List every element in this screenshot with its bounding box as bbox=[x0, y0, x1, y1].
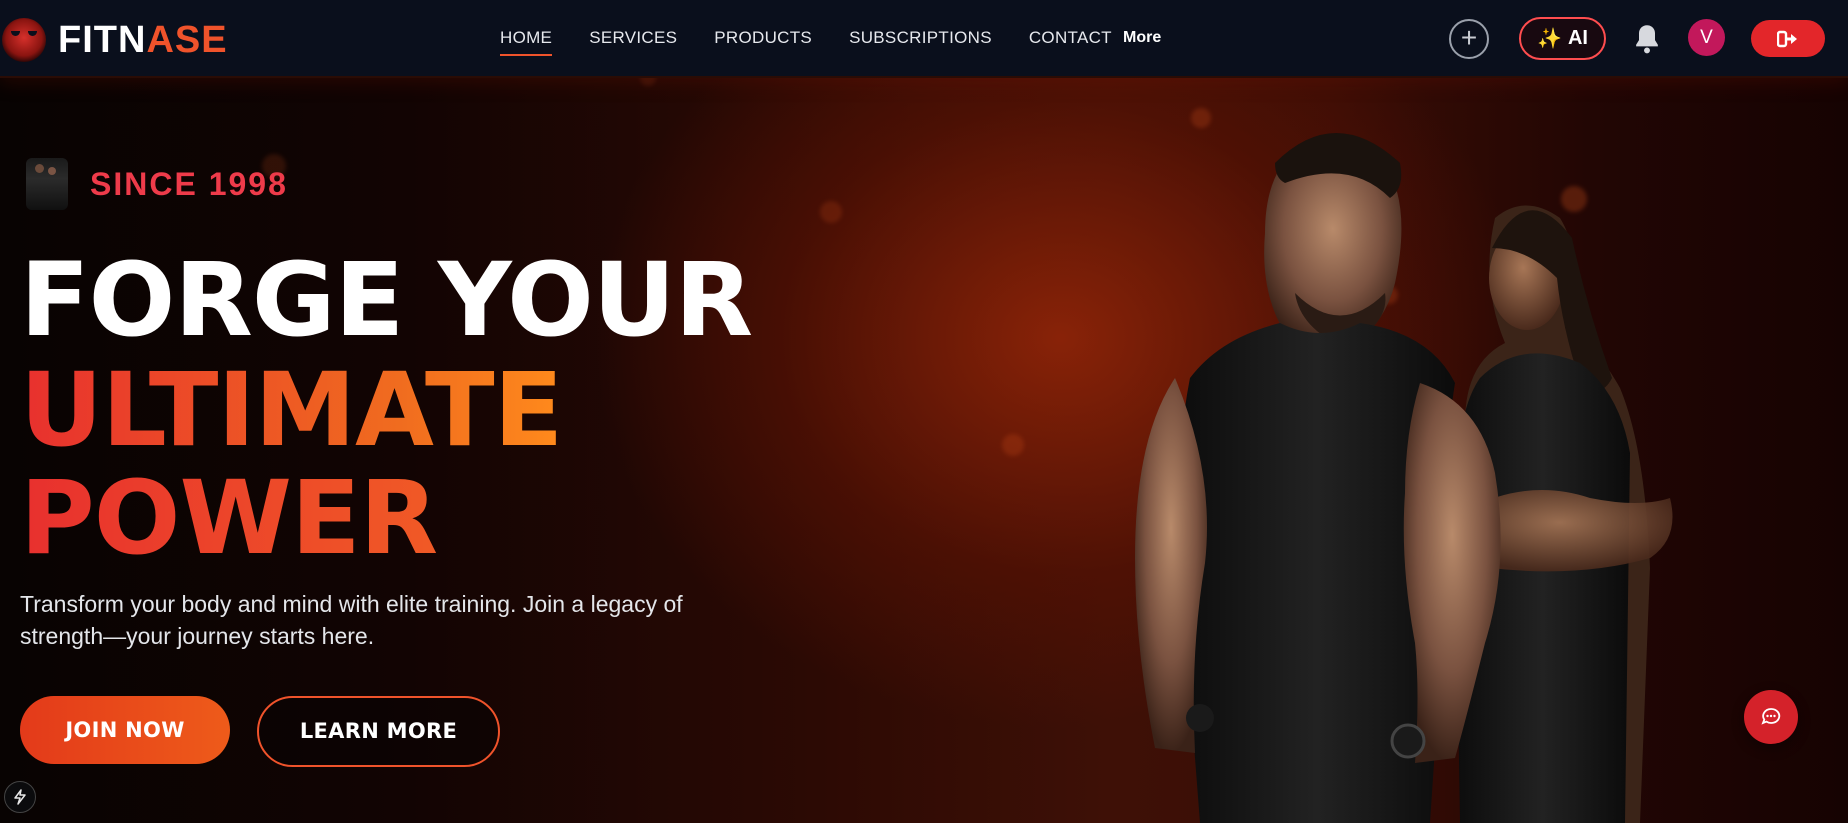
brand-name-part1: FITN bbox=[58, 19, 147, 61]
main-menu: HOME SERVICES PRODUCTS SUBSCRIPTIONS CON… bbox=[500, 28, 1149, 56]
nav-products[interactable]: PRODUCTS bbox=[714, 28, 812, 56]
headline-line-1: FORGE YOUR bbox=[20, 241, 753, 360]
hero-athletes-image bbox=[1135, 133, 1673, 823]
since-badge: SINCE 1998 bbox=[26, 158, 288, 210]
more-menu-button[interactable]: More bbox=[1123, 29, 1161, 47]
bokeh-light bbox=[820, 201, 842, 223]
nav-contact[interactable]: CONTACT bbox=[1029, 28, 1112, 56]
logout-button[interactable] bbox=[1751, 20, 1825, 57]
brand-name: FITNASE bbox=[58, 21, 228, 59]
headline-line-2: ULTIMATE bbox=[20, 351, 563, 470]
sparkle-icon: ✨ bbox=[1537, 28, 1562, 50]
top-navbar: FITNASE HOME SERVICES PRODUCTS SUBSCRIPT… bbox=[0, 0, 1848, 78]
plus-icon[interactable]: + bbox=[1449, 19, 1489, 59]
since-label: SINCE 1998 bbox=[90, 165, 288, 202]
bokeh-light bbox=[1002, 434, 1024, 456]
join-now-button[interactable]: JOIN NOW bbox=[20, 696, 230, 764]
ai-button[interactable]: ✨ AI bbox=[1519, 17, 1606, 60]
headline-line-3: POWER bbox=[20, 459, 438, 578]
brand-name-part2: ASE bbox=[146, 19, 228, 61]
since-thumbnail-image bbox=[26, 158, 68, 210]
bell-icon[interactable] bbox=[1633, 23, 1661, 55]
learn-more-button[interactable]: LEARN MORE bbox=[257, 696, 500, 767]
logout-icon bbox=[1777, 30, 1797, 47]
nav-home[interactable]: HOME bbox=[500, 28, 553, 56]
hero-subtitle: Transform your body and mind with elite … bbox=[20, 591, 683, 649]
flash-icon[interactable] bbox=[4, 781, 36, 813]
hero-section: SINCE 1998 FORGE YOUR ULTIMATE POWER Tra… bbox=[0, 70, 1848, 823]
user-avatar[interactable]: V bbox=[1688, 19, 1725, 56]
nav-services[interactable]: SERVICES bbox=[589, 28, 677, 56]
ai-button-label: AI bbox=[1567, 27, 1588, 49]
brand-logo[interactable]: FITNASE bbox=[2, 18, 228, 62]
lightning-icon bbox=[14, 789, 26, 805]
chat-bubble-icon bbox=[1761, 708, 1781, 725]
bull-logo-icon bbox=[2, 18, 46, 62]
nav-subscriptions[interactable]: SUBSCRIPTIONS bbox=[849, 28, 992, 56]
chat-button[interactable] bbox=[1744, 690, 1798, 744]
